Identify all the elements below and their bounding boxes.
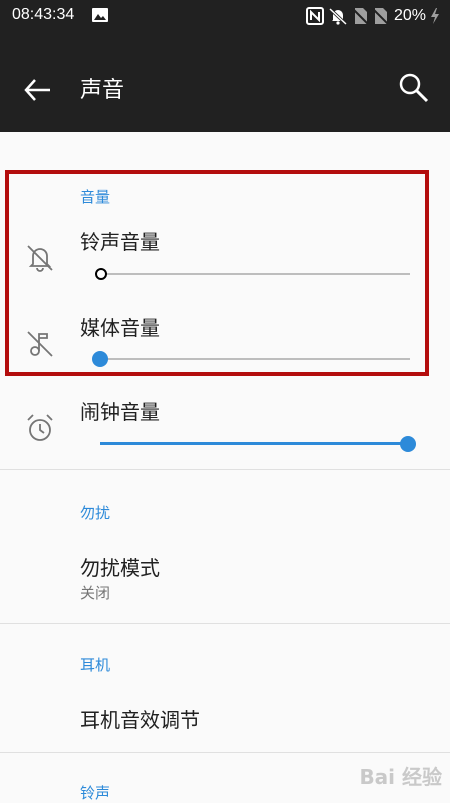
earphone-effect-label: 耳机音效调节: [80, 708, 200, 732]
dnd-mode-item[interactable]: 勿扰模式 关闭: [0, 532, 450, 622]
settings-list: 音量 铃声音量 媒体音量 闹钟音量 勿扰 勿扰模式 关闭 耳机 耳机音效调节 铃…: [0, 132, 450, 802]
ringtone-slider-track: [100, 273, 410, 275]
search-icon[interactable]: [396, 70, 430, 104]
media-volume-label: 媒体音量: [80, 316, 160, 340]
status-bar: 08:43:34 20%: [0, 0, 450, 32]
media-slider-track: [100, 358, 410, 360]
nfc-icon: [305, 7, 324, 25]
arrow-left-icon[interactable]: [22, 74, 54, 106]
watermark: Bai 经验: [359, 765, 442, 789]
alarm-volume-slider[interactable]: [100, 432, 418, 456]
divider: [0, 752, 450, 753]
divider: [0, 623, 450, 624]
dnd-mode-label: 勿扰模式: [80, 556, 160, 580]
ringtone-volume-label: 铃声音量: [80, 230, 160, 254]
battery-charging-icon: [431, 8, 439, 24]
media-slider-thumb[interactable]: [92, 351, 108, 367]
alarm-slider-fill: [100, 442, 408, 445]
status-time: 08:43:34: [12, 6, 75, 23]
battery-percent: 20%: [393, 7, 426, 24]
bell-off-icon: [328, 7, 347, 25]
music-off-icon: [27, 331, 53, 357]
section-header-dnd: 勿扰: [80, 504, 111, 522]
alarm-slider-thumb[interactable]: [400, 436, 416, 452]
status-icons: 20%: [305, 5, 440, 27]
ringtone-volume-slider[interactable]: [95, 262, 410, 286]
page-title: 声音: [80, 78, 125, 103]
bell-off-icon: [27, 245, 53, 272]
app-bar: 声音: [0, 32, 450, 132]
no-sim-icon: [372, 8, 388, 25]
section-header-earphone: 耳机: [80, 656, 111, 674]
dnd-mode-value: 关闭: [80, 584, 111, 602]
alarm-clock-icon: [27, 414, 53, 441]
ringtone-slider-thumb[interactable]: [95, 268, 107, 280]
earphone-effect-item[interactable]: 耳机音效调节: [0, 682, 450, 752]
divider: [0, 469, 450, 470]
media-volume-slider[interactable]: [92, 347, 410, 371]
section-header-volume: 音量: [80, 188, 111, 206]
no-sim-icon: [352, 8, 368, 25]
alarm-volume-label: 闹钟音量: [80, 400, 160, 424]
image-icon: [92, 8, 108, 22]
